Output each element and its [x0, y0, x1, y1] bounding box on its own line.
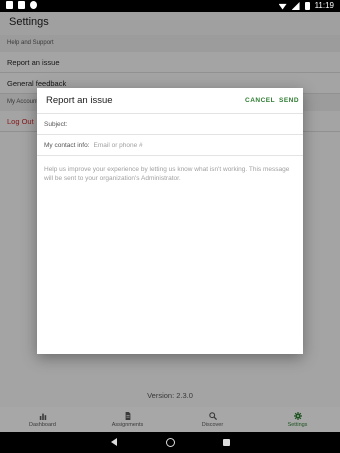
status-bar: 11:19: [0, 0, 340, 12]
message-textarea[interactable]: [37, 156, 303, 352]
system-navigation-bar: [0, 432, 340, 453]
notification-icon: [18, 1, 25, 9]
notification-icon: [6, 1, 13, 9]
subject-input[interactable]: [71, 117, 297, 131]
dialog-header: Report an issue CANCEL SEND: [37, 88, 303, 114]
contact-label: My contact info:: [44, 141, 90, 149]
contact-row: My contact info:: [37, 135, 303, 156]
home-icon[interactable]: [166, 438, 175, 447]
subject-label: Subject:: [44, 120, 68, 128]
subject-row: Subject:: [37, 114, 303, 135]
status-indicators: 11:19: [278, 0, 334, 12]
wifi-icon: [278, 3, 287, 10]
back-icon[interactable]: [111, 438, 117, 446]
cancel-button[interactable]: CANCEL: [245, 97, 275, 104]
dialog-title: Report an issue: [46, 95, 113, 106]
signal-icon: [291, 2, 300, 10]
status-time: 11:19: [314, 1, 334, 10]
send-button[interactable]: SEND: [279, 97, 299, 104]
notification-icons: [6, 1, 37, 9]
notification-icon: [30, 1, 37, 9]
contact-input[interactable]: [93, 138, 297, 152]
recent-apps-icon[interactable]: [223, 439, 230, 446]
report-issue-dialog: Report an issue CANCEL SEND Subject: My …: [37, 88, 303, 354]
battery-icon: [304, 2, 310, 10]
